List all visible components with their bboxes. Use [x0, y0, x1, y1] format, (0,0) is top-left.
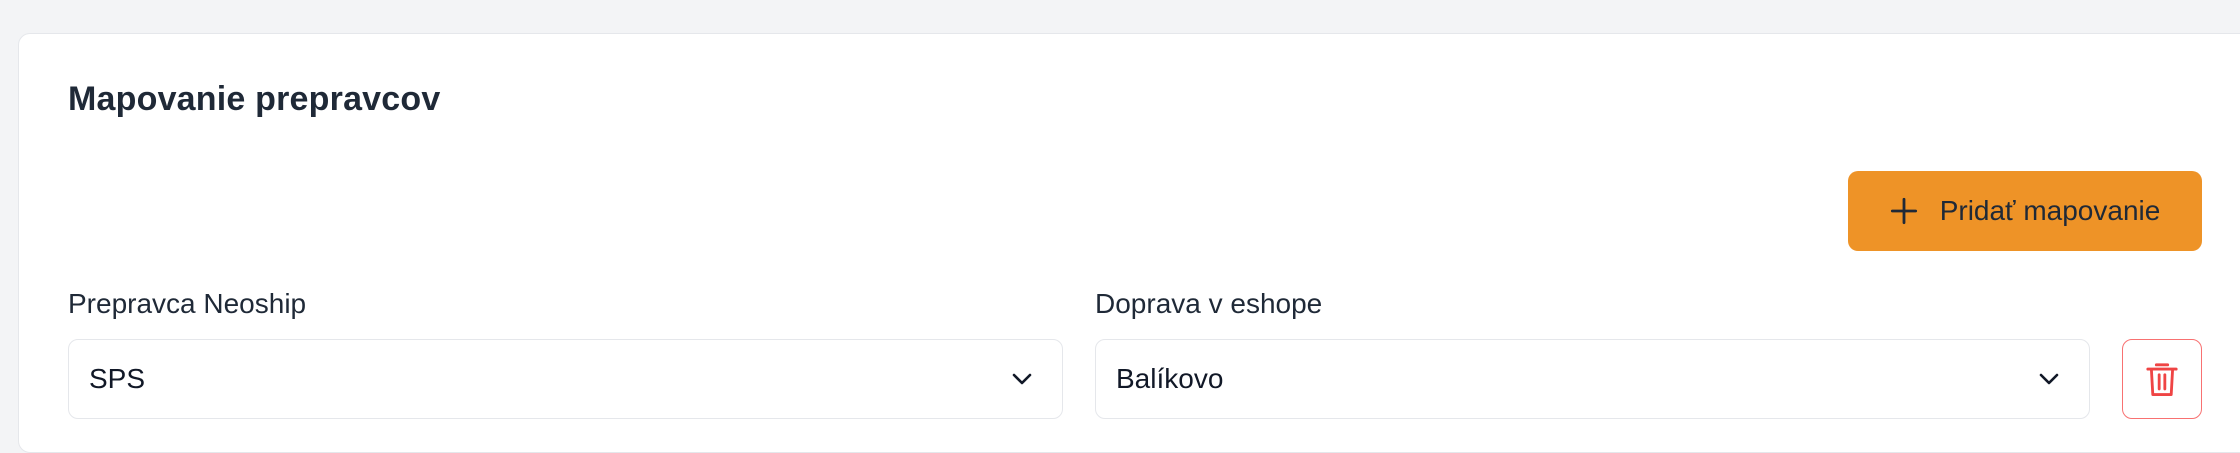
trash-icon: [2146, 363, 2178, 396]
section-title: Mapovanie prepravcov: [68, 80, 441, 118]
shipping-select-value: Balíkovo: [1116, 363, 1224, 394]
chevron-down-icon: [1012, 373, 1032, 385]
chevron-down-icon: [2039, 373, 2059, 385]
carrier-field-label: Prepravca Neoship: [68, 288, 307, 319]
carrier-select-value: SPS: [89, 363, 146, 394]
carrier-select[interactable]: SPS: [68, 339, 1063, 419]
add-mapping-button[interactable]: Pridať mapovanie: [1848, 171, 2202, 251]
shipping-field-label: Doprava v eshope: [1095, 288, 1323, 319]
delete-mapping-button[interactable]: [2122, 339, 2202, 419]
shipping-select[interactable]: Balíkovo: [1095, 339, 2090, 419]
add-mapping-label: Pridať mapovanie: [1939, 195, 2161, 226]
plus-icon: [1890, 197, 1917, 225]
